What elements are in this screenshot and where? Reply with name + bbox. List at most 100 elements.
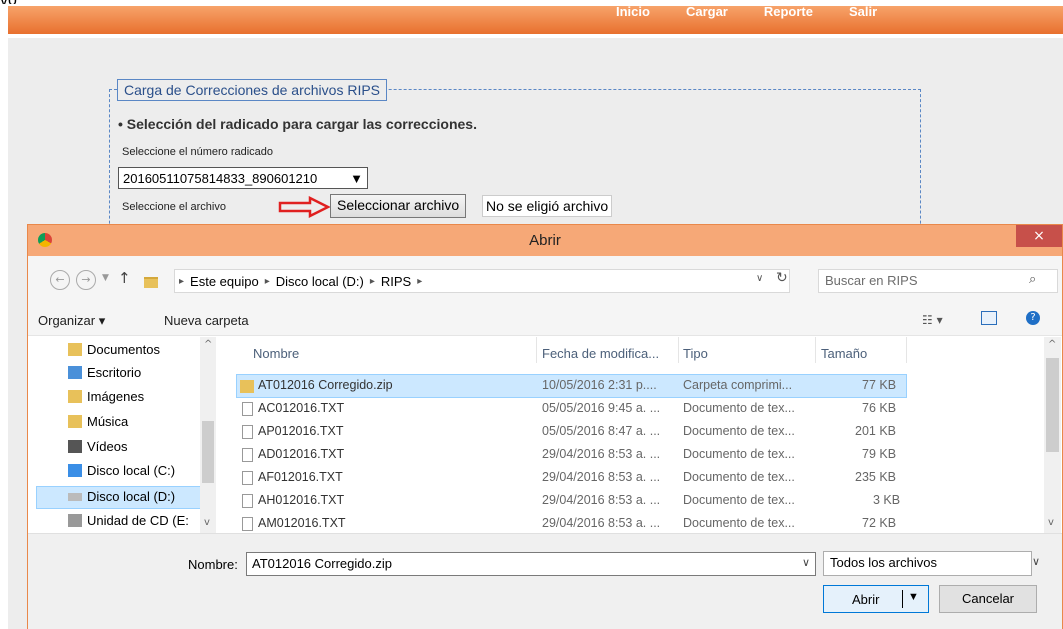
- organize-menu[interactable]: Organizar ▾: [38, 313, 105, 329]
- scroll-down-icon[interactable]: v: [1048, 517, 1054, 528]
- file-type: Documento de tex...: [683, 401, 795, 415]
- recent-dropdown-icon[interactable]: ▼: [102, 273, 109, 283]
- file-type: Documento de tex...: [683, 424, 795, 438]
- filename-input[interactable]: AT012016 Corregido.zip: [246, 552, 816, 576]
- up-arrow-icon[interactable]: ↑: [118, 269, 131, 287]
- close-button[interactable]: ×: [1016, 225, 1062, 247]
- documents-folder-icon: [68, 343, 82, 356]
- file-date: 29/04/2016 8:53 a. ...: [542, 447, 661, 461]
- column-header-name[interactable]: Nombre: [253, 346, 299, 361]
- desktop-folder-icon: [68, 366, 82, 379]
- search-icon: ⌕: [1029, 272, 1037, 287]
- view-options-icon[interactable]: ☷ ▾: [922, 313, 943, 327]
- breadcrumb-item[interactable]: RIPS: [381, 274, 411, 289]
- column-divider: [536, 337, 537, 363]
- column-header-size[interactable]: Tamaño: [821, 346, 867, 361]
- file-type: Documento de tex...: [683, 493, 795, 507]
- dropdown-arrow-icon[interactable]: ▼: [908, 591, 919, 603]
- nav-item-disco-d[interactable]: Disco local (D:): [68, 489, 175, 504]
- split-divider: [902, 590, 903, 608]
- fieldset-legend: Carga de Correcciones de archivos RIPS: [117, 79, 388, 101]
- column-divider: [815, 337, 816, 363]
- file-type: Documento de tex...: [683, 516, 795, 530]
- breadcrumb-separator-icon: ▸: [179, 275, 185, 287]
- cancel-button[interactable]: Cancelar: [939, 585, 1037, 613]
- nav-reporte[interactable]: Reporte: [746, 4, 831, 24]
- file-row[interactable]: AD012016.TXT 29/04/2016 8:53 a. ... Docu…: [236, 444, 906, 467]
- column-header-type[interactable]: Tipo: [683, 346, 708, 361]
- nav-scroll-thumb[interactable]: [202, 421, 214, 483]
- file-type: Documento de tex...: [683, 447, 795, 461]
- nav-item-imagenes[interactable]: Imágenes: [68, 389, 144, 404]
- address-dropdown-icon[interactable]: ∨: [756, 273, 763, 284]
- file-row[interactable]: AM012016.TXT 29/04/2016 8:53 a. ... Docu…: [236, 513, 906, 533]
- nav-inicio[interactable]: Inicio: [598, 4, 668, 24]
- breadcrumb-item[interactable]: Disco local (D:): [276, 274, 364, 289]
- file-row[interactable]: AF012016.TXT 29/04/2016 8:53 a. ... Docu…: [236, 467, 906, 490]
- open-button[interactable]: Abrir ▼: [823, 585, 929, 613]
- file-date: 05/05/2016 8:47 a. ...: [542, 424, 661, 438]
- file-size: 3 KB: [873, 493, 901, 507]
- nav-item-videos[interactable]: Vídeos: [68, 439, 127, 454]
- chevron-down-icon[interactable]: ∨: [802, 556, 810, 569]
- text-file-icon: [242, 471, 253, 485]
- column-header-date[interactable]: Fecha de modifica...: [542, 346, 659, 361]
- file-row[interactable]: AT012016 Corregido.zip 10/05/2016 2:31 p…: [236, 375, 906, 398]
- radicado-select[interactable]: 20160511075814833_890601210 ▼: [118, 167, 368, 189]
- nav-item-label: Imágenes: [87, 389, 145, 404]
- nav-item-label: Unidad de CD (E:: [87, 513, 189, 528]
- nav-item-disco-c[interactable]: Disco local (C:): [68, 463, 175, 478]
- file-row[interactable]: AC012016.TXT 05/05/2016 9:45 a. ... Docu…: [236, 398, 906, 421]
- file-row[interactable]: AP012016.TXT 05/05/2016 8:47 a. ... Docu…: [236, 421, 906, 444]
- file-size: 235 KB: [855, 470, 897, 484]
- breadcrumb-item[interactable]: Este equipo: [190, 274, 259, 289]
- file-type: Carpeta comprimi...: [683, 378, 793, 392]
- breadcrumb-separator-icon: ▸: [369, 275, 375, 287]
- chevron-down-icon[interactable]: ∨: [1032, 555, 1040, 568]
- back-arrow-icon[interactable]: ←: [50, 270, 70, 290]
- open-button-label: Abrir: [852, 592, 880, 607]
- address-bar[interactable]: ▸ Este equipo ▸ Disco local (D:) ▸ RIPS …: [174, 269, 790, 293]
- choose-file-button[interactable]: Seleccionar archivo: [330, 194, 467, 218]
- scroll-down-icon[interactable]: v: [204, 517, 210, 528]
- filename-label: Nombre:: [188, 557, 238, 572]
- nav-item-label: Escritorio: [87, 365, 142, 380]
- nav-item-escritorio[interactable]: Escritorio: [68, 365, 141, 380]
- radicado-label: Seleccione el número radicado: [122, 146, 274, 158]
- file-size: 76 KB: [862, 401, 897, 415]
- breadcrumb-separator-icon: ▸: [264, 275, 270, 287]
- text-file-icon: [242, 517, 253, 531]
- file-row[interactable]: AH012016.TXT 29/04/2016 8:53 a. ... Docu…: [236, 490, 906, 513]
- nav-item-documentos[interactable]: Documentos: [68, 342, 160, 357]
- nav-salir[interactable]: Salir: [831, 4, 895, 24]
- file-type-filter[interactable]: Todos los archivos: [823, 551, 1032, 576]
- nav-cargar[interactable]: Cargar: [668, 4, 746, 24]
- nav-item-cd[interactable]: Unidad de CD (E:: [68, 513, 189, 528]
- videos-folder-icon: [68, 440, 82, 453]
- file-list-scroll-thumb[interactable]: [1046, 358, 1059, 452]
- chevron-down-icon: ▼: [350, 170, 363, 186]
- search-input[interactable]: Buscar en RIPS: [818, 269, 1058, 293]
- new-folder-button[interactable]: Nueva carpeta: [164, 313, 249, 328]
- page-top-text-fragment: vo: [0, 0, 17, 4]
- forward-arrow-icon[interactable]: →: [76, 270, 96, 290]
- scroll-up-icon[interactable]: ^: [1048, 339, 1056, 350]
- cd-drive-icon: [68, 514, 82, 527]
- file-name: AC012016.TXT: [258, 401, 345, 415]
- music-folder-icon: [68, 415, 82, 428]
- nav-item-musica[interactable]: Música: [68, 414, 128, 429]
- column-divider: [678, 337, 679, 363]
- file-name: AM012016.TXT: [258, 516, 346, 530]
- preview-pane-icon[interactable]: [981, 311, 997, 325]
- file-date: 05/05/2016 9:45 a. ...: [542, 401, 661, 415]
- file-type: Documento de tex...: [683, 470, 795, 484]
- nav-item-label: Vídeos: [87, 439, 128, 454]
- help-icon[interactable]: ?: [1026, 311, 1040, 325]
- file-date: 29/04/2016 8:53 a. ...: [542, 516, 661, 530]
- site-nav: Inicio Cargar Reporte Salir: [598, 4, 895, 24]
- scroll-up-icon[interactable]: ^: [204, 339, 212, 350]
- refresh-icon[interactable]: ↻: [776, 270, 788, 286]
- file-size: 201 KB: [855, 424, 897, 438]
- file-size: 79 KB: [862, 447, 897, 461]
- file-name: AP012016.TXT: [258, 424, 344, 438]
